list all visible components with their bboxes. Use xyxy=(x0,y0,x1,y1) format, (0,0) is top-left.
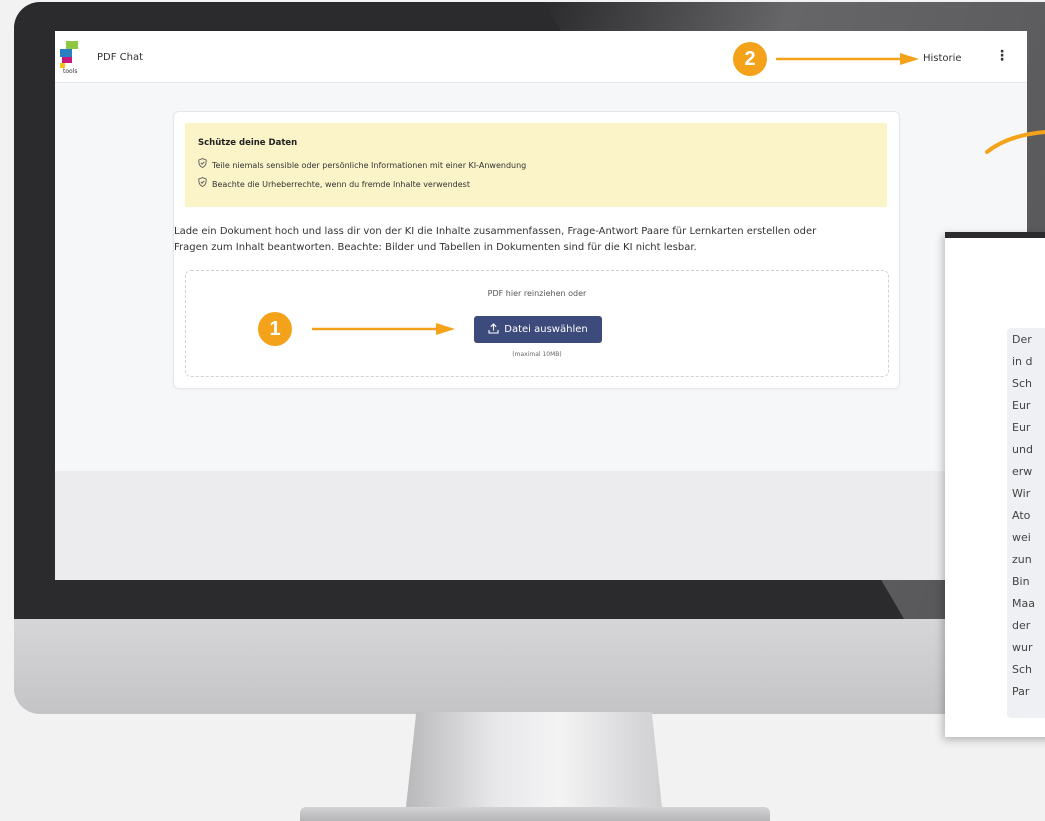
monitor-stand-base xyxy=(300,807,770,821)
upload-card: Schütze deine Daten Teile niemals sensib… xyxy=(173,111,900,389)
summary-line: Eur xyxy=(1012,399,1031,412)
more-menu-icon[interactable]: ⋮ xyxy=(995,48,1009,64)
summary-line: in d xyxy=(1012,355,1033,368)
summary-line: und xyxy=(1012,443,1033,456)
monitor-chin xyxy=(14,619,1045,714)
choose-file-button[interactable]: Datei auswählen xyxy=(474,316,602,343)
notice-item: Beachte die Urheberrechte, wenn du fremd… xyxy=(198,177,470,189)
tools-logo[interactable]: tools xyxy=(60,41,82,75)
step-1-arrow-icon xyxy=(312,323,455,335)
shield-icon xyxy=(198,177,208,189)
step-2-badge: 2 xyxy=(733,42,767,76)
summary-line: zun xyxy=(1012,553,1032,566)
step-1-badge: 1 xyxy=(258,312,292,346)
history-link[interactable]: Historie xyxy=(923,53,962,64)
summary-line: Bin xyxy=(1012,575,1030,588)
step-2-arrow-icon xyxy=(776,53,919,65)
summary-line: erw xyxy=(1012,465,1033,478)
description-line: Fragen zum Inhalt beantworten. Beachte: … xyxy=(174,242,697,253)
summary-line: Eur xyxy=(1012,421,1031,434)
overlay-panel-edge xyxy=(945,232,1045,238)
notice-text: Teile niemals sensible oder persönliche … xyxy=(212,161,527,170)
drop-hint: PDF hier reinziehen oder xyxy=(487,289,587,298)
curved-arrow-icon xyxy=(985,130,1045,154)
overlay-panel: Der in d Sch Eur Eur und erw Wir Ato wei… xyxy=(945,232,1045,737)
logo-text: tools xyxy=(63,68,78,75)
app-title: PDF Chat xyxy=(97,52,144,63)
notice-title: Schütze deine Daten xyxy=(198,138,298,148)
summary-line: Sch xyxy=(1012,663,1033,676)
summary-line: wur xyxy=(1012,641,1033,654)
upload-icon xyxy=(488,322,499,337)
upload-description: Lade ein Dokument hoch und lass dir von … xyxy=(174,224,886,256)
summary-line: Maa xyxy=(1012,597,1035,610)
summary-line: Wir xyxy=(1012,487,1031,500)
privacy-notice: Schütze deine Daten Teile niemals sensib… xyxy=(185,123,887,207)
summary-line: Ato xyxy=(1012,509,1031,522)
summary-line: Sch xyxy=(1012,377,1033,390)
description-line: Lade ein Dokument hoch und lass dir von … xyxy=(174,226,817,237)
file-size-limit: (maximal 10MB) xyxy=(512,351,562,358)
choose-file-label: Datei auswählen xyxy=(504,324,588,335)
summary-line: der xyxy=(1012,619,1031,632)
notice-text: Beachte die Urheberrechte, wenn du fremd… xyxy=(212,180,470,189)
summary-line: wei xyxy=(1012,531,1031,544)
notice-item: Teile niemals sensible oder persönliche … xyxy=(198,158,526,170)
shield-icon xyxy=(198,158,208,170)
screen: tools PDF Chat Historie ⋮ Schütze deine … xyxy=(55,31,1027,580)
monitor-stand-neck xyxy=(406,712,662,807)
page-footer-area xyxy=(55,471,1027,580)
summary-line: Par xyxy=(1012,685,1030,698)
summary-text-block: Der in d Sch Eur Eur und erw Wir Ato wei… xyxy=(1007,328,1045,718)
summary-line: Der xyxy=(1012,333,1032,346)
